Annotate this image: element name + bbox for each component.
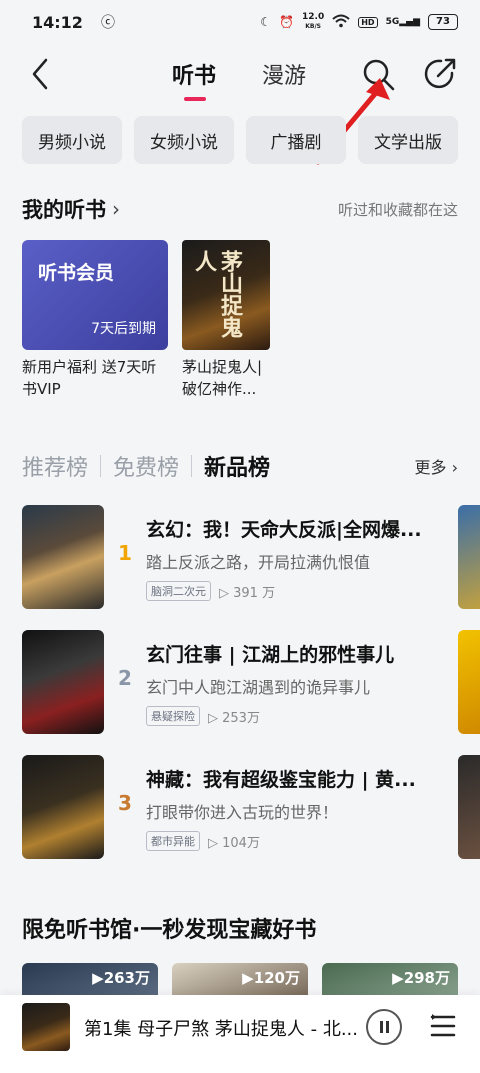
book-card-maoshan[interactable]: 茅山捉鬼人 茅山捉鬼人| 破亿神作...	[182, 240, 272, 400]
net-speed-unit: KB/S	[305, 23, 321, 30]
vip-title: 听书会员	[38, 262, 115, 284]
tab-recommend[interactable]: 推荐榜	[22, 450, 88, 482]
book-title: 神藏：我有超级鉴宝能力 | 黄...	[146, 769, 416, 791]
rank-number: 2	[118, 666, 132, 690]
player-title[interactable]: 第1集 母子尸煞 茅山捉鬼人 - 北...	[84, 1015, 360, 1041]
search-button[interactable]	[360, 56, 396, 92]
book-meta: 都市异能 ▷ 104万	[146, 831, 260, 851]
rank-tabs: 推荐榜 免费榜 新品榜 更多 ›	[22, 450, 458, 482]
my-books-hint: 听过和收藏都在这	[337, 200, 458, 219]
book-desc: 玄门中人跑江湖遇到的诡异事儿	[146, 678, 371, 697]
play-count-value: 253万	[222, 710, 260, 726]
play-count-value: 298万	[403, 969, 450, 987]
book-desc: 踏上反派之路，开局拉满仇恨值	[146, 553, 371, 572]
top-nav: 听书 漫游	[0, 44, 480, 106]
app-notification-icon: ⓒ	[100, 15, 115, 31]
book-caption: 茅山捉鬼人| 破亿神作...	[182, 358, 263, 398]
vip-caption: 新用户福利 送7天听书VIP	[22, 358, 157, 398]
play-count-value: 104万	[222, 835, 260, 851]
battery-indicator: 73	[428, 14, 458, 30]
chevron-left-icon	[32, 58, 48, 90]
book-title: 玄门往事 | 江湖上的邪性事儿	[146, 644, 395, 666]
next-page-cover[interactable]	[458, 755, 480, 859]
my-books-title[interactable]: 我的听书	[22, 194, 106, 224]
play-count: ▷ 104万	[208, 835, 260, 851]
tab-new[interactable]: 新品榜	[204, 450, 270, 482]
list-item[interactable]: 3 神藏：我有超级鉴宝能力 | 黄... 打眼带你进入古玩的世界！ 都市异能 ▷…	[22, 755, 462, 859]
tab-audiobooks[interactable]: 听书	[172, 58, 216, 101]
play-count-value: 263万	[103, 969, 150, 987]
book-cover	[22, 630, 104, 734]
more-link[interactable]: 更多 ›	[415, 454, 459, 478]
play-count: ▷ 391 万	[219, 585, 276, 601]
book-meta: 悬疑探险 ▷ 253万	[146, 706, 260, 726]
play-count: ▶263万	[92, 969, 150, 987]
signal-icon: 5G▂▄▆	[385, 17, 420, 27]
signal-label: 5G	[385, 17, 400, 27]
net-speed: 12.0 KB/S	[302, 13, 324, 31]
book-cover: 茅山捉鬼人	[182, 240, 270, 350]
play-count: ▶120万	[242, 969, 300, 987]
wifi-icon	[332, 14, 350, 31]
book-desc: 打眼带你进入古玩的世界！	[146, 803, 339, 822]
tab-free[interactable]: 免费榜	[113, 450, 179, 482]
chip-male-fiction[interactable]: 男频小说	[22, 116, 122, 164]
back-button[interactable]	[26, 56, 58, 92]
chip-female-fiction[interactable]: 女频小说	[134, 116, 234, 164]
book-cover-text: 茅山捉鬼人	[191, 250, 242, 338]
list-item[interactable]: 2 玄门往事 | 江湖上的邪性事儿 玄门中人跑江湖遇到的诡异事儿 悬疑探险 ▷ …	[22, 630, 462, 734]
share-icon	[424, 58, 456, 89]
genre-tag: 悬疑探险	[146, 706, 200, 726]
pause-button[interactable]	[366, 1009, 402, 1045]
tab-comics[interactable]: 漫游	[262, 58, 306, 90]
net-speed-value: 12.0	[302, 12, 325, 22]
moon-icon: ☾	[260, 15, 272, 29]
chevron-right-icon[interactable]: ›	[112, 197, 120, 221]
genre-tag: 脑洞二次元	[146, 581, 211, 601]
rank-number: 3	[118, 791, 132, 815]
status-time: 14:12	[32, 12, 83, 32]
divider	[100, 455, 102, 477]
vip-cover: 听书会员 7天后到期	[22, 240, 168, 350]
my-books-header: 我的听书 › 听过和收藏都在这	[22, 194, 458, 224]
genre-tag: 都市异能	[146, 831, 200, 851]
status-indicators: ☾ ⏰ 12.0 KB/S HD 5G▂▄▆ 73	[260, 13, 458, 31]
list-item[interactable]: 1 玄幻：我！天命大反派|全网爆... 踏上反派之路，开局拉满仇恨值 脑洞二次元…	[22, 505, 462, 609]
book-cover	[22, 755, 104, 859]
more-label: 更多	[414, 458, 447, 477]
playlist-icon	[430, 1014, 456, 1037]
playlist-button[interactable]	[430, 1013, 456, 1039]
status-bar: 14:12 ⓒ ☾ ⏰ 12.0 KB/S HD 5G▂▄▆ 73	[0, 0, 480, 44]
rank-number: 1	[118, 541, 132, 565]
play-count: ▷ 253万	[208, 710, 260, 726]
hd-badge: HD	[358, 16, 378, 28]
share-button[interactable]	[422, 56, 458, 92]
alarm-icon: ⏰	[279, 15, 295, 29]
vip-expire: 7天后到期	[91, 321, 156, 337]
category-chips: 男频小说 女频小说 广播剧 文学出版	[22, 116, 458, 164]
book-cover	[22, 505, 104, 609]
play-count-value: 391 万	[233, 585, 276, 601]
book-meta: 脑洞二次元 ▷ 391 万	[146, 581, 275, 601]
search-icon	[363, 59, 395, 91]
next-page-cover[interactable]	[458, 505, 480, 609]
free-section-title: 限免听书馆·一秒发现宝藏好书	[22, 918, 317, 943]
divider	[191, 455, 193, 477]
book-title: 玄幻：我！天命大反派|全网爆...	[146, 519, 422, 541]
play-count: ▶298万	[392, 969, 450, 987]
chip-radio-drama[interactable]: 广播剧	[246, 116, 346, 164]
play-count-value: 120万	[253, 969, 300, 987]
player-cover[interactable]	[22, 1003, 70, 1051]
chip-literature[interactable]: 文学出版	[358, 116, 458, 164]
mini-player[interactable]: 第1集 母子尸煞 茅山捉鬼人 - 北...	[0, 995, 480, 1073]
next-page-cover[interactable]	[458, 630, 480, 734]
vip-card[interactable]: 听书会员 7天后到期 新用户福利 送7天听书VIP	[22, 240, 168, 400]
